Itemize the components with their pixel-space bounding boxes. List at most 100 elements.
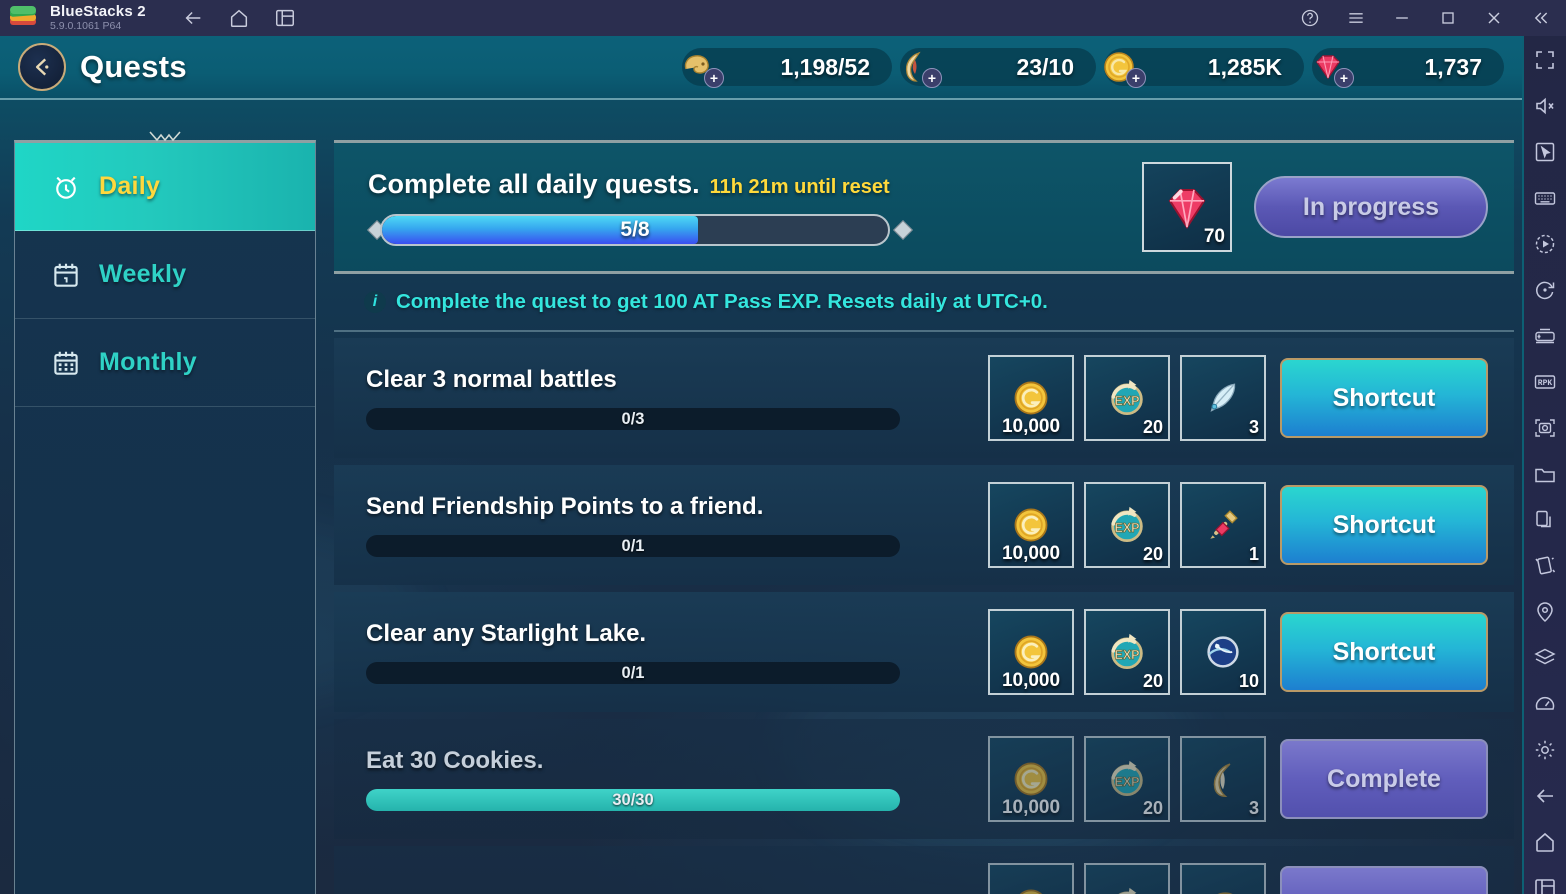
multi-instance-icon[interactable] [1533, 508, 1557, 532]
shake-icon[interactable] [1533, 554, 1557, 578]
quest-shortcut-button[interactable]: Shortcut [1280, 358, 1488, 438]
minimize-icon[interactable] [1392, 8, 1412, 28]
keyboard-icon[interactable] [1533, 186, 1557, 210]
reward-box[interactable]: 3 [1180, 736, 1266, 822]
currency-gem[interactable]: + 1,737 [1312, 48, 1504, 88]
reward-box[interactable]: 10 [1180, 609, 1266, 695]
currency-stamina[interactable]: + 1,198/52 [682, 48, 892, 88]
quest-row[interactable]: Clear 3 boss battles.EXPComplete [334, 846, 1514, 894]
screenshot-icon[interactable] [1533, 416, 1557, 440]
help-circle-icon[interactable] [1300, 8, 1320, 28]
reward-box[interactable]: 10,000 [988, 482, 1074, 568]
banner-reward-box[interactable]: 70 [1142, 162, 1232, 252]
layers-icon[interactable] [1533, 646, 1557, 670]
banner-reset-timer: 11h 21m until reset [709, 175, 890, 198]
chevron-double-left-icon[interactable] [1530, 8, 1550, 28]
daily-summary-banner: Complete all daily quests. 11h 21m until… [334, 140, 1514, 274]
quest-shortcut-button[interactable]: Shortcut [1280, 612, 1488, 692]
reward-box[interactable]: 1 [1180, 482, 1266, 568]
currency-value: 1,198/52 [780, 53, 870, 80]
sidebar-item-weekly[interactable]: Weekly [15, 231, 315, 319]
close-icon[interactable] [1484, 8, 1504, 28]
quest-row[interactable]: Clear any Starlight Lake. 0/1 10,000 EXP 20 1… [334, 592, 1514, 712]
reward-box[interactable]: EXP [1084, 863, 1170, 894]
currency-bar: + 1,198/52 + 23/10 + 1,285K + 1,737 [682, 48, 1522, 88]
cursor-icon[interactable] [1533, 140, 1557, 164]
quest-row[interactable]: Clear 3 normal battles 0/3 10,000 EXP 20 3 Sho… [334, 338, 1514, 458]
reward-count: 20 [1142, 544, 1163, 564]
calendar-week-icon [51, 260, 81, 290]
quest-progress-bar: 0/1 [366, 662, 900, 684]
reward-count: 1 [1248, 544, 1259, 564]
game-hud: Quests + 1,198/52 + 23/10 + 1,285K + 1,7… [0, 36, 1522, 100]
quest-progress-bar: 0/1 [366, 535, 900, 557]
sidebar-item-monthly[interactable]: Monthly [15, 319, 315, 407]
quest-complete-button[interactable]: Complete [1280, 739, 1488, 819]
currency-ticket[interactable]: + 23/10 [900, 48, 1096, 88]
banner-status-button[interactable]: In progress [1254, 176, 1488, 238]
reward-box[interactable]: 10,000 [988, 736, 1074, 822]
quest-title: Clear any Starlight Lake. [366, 620, 647, 647]
quest-reward-group: 10,000 EXP 20 3 [988, 736, 1266, 822]
sidebar-item-daily[interactable]: Daily [15, 143, 315, 231]
add-ticket-button[interactable]: + [922, 68, 942, 88]
speedometer-icon[interactable] [1533, 692, 1557, 716]
currency-gold[interactable]: + 1,285K [1104, 48, 1304, 88]
home-icon[interactable] [1533, 830, 1557, 854]
reward-box[interactable]: 3 [1180, 355, 1266, 441]
back-arrow-icon[interactable] [1533, 784, 1557, 808]
gear-icon[interactable] [1533, 738, 1557, 762]
quest-complete-button[interactable]: Complete [1280, 866, 1488, 894]
reward-box[interactable]: EXP 20 [1084, 736, 1170, 822]
banner-reward-count: 70 [1203, 226, 1225, 247]
app-version: 5.9.0.1061 P64 [50, 19, 122, 32]
folder-icon[interactable] [1533, 462, 1557, 486]
hamburger-menu-icon[interactable] [1346, 8, 1366, 28]
banner-title: Complete all daily quests. [368, 168, 700, 199]
app-title-block: BlueStacks 2 5.9.0.1061 P64 [50, 4, 146, 32]
home-icon[interactable] [228, 7, 250, 29]
quest-info-text: Complete the quest to get 100 AT Pass EX… [396, 290, 1048, 313]
back-button[interactable] [18, 43, 66, 91]
add-stamina-button[interactable]: + [704, 68, 724, 88]
reward-box[interactable]: 10,000 [988, 355, 1074, 441]
rotate-icon[interactable] [1533, 278, 1557, 302]
quest-progress-text: 0/1 [621, 663, 645, 682]
mute-icon[interactable] [1533, 94, 1557, 118]
reward-count: 3 [1248, 417, 1259, 437]
recents-icon[interactable] [1533, 876, 1557, 894]
quest-reward-group: 10,000 EXP 20 3 [988, 355, 1266, 441]
arrow-left-icon[interactable] [182, 7, 204, 29]
add-gold-button[interactable]: + [1126, 68, 1146, 88]
reward-box[interactable]: 10,000 [988, 609, 1074, 695]
sidebar-item-label: Daily [99, 172, 161, 200]
quest-reward-group: EXP [988, 863, 1266, 894]
rpk-icon[interactable]: RPK [1533, 370, 1557, 394]
location-icon[interactable] [1533, 600, 1557, 624]
game-viewport: Quests + 1,198/52 + 23/10 + 1,285K + 1,7… [0, 36, 1522, 894]
multi-window-icon[interactable] [274, 7, 296, 29]
quest-row[interactable]: Send Friendship Points to a friend. 0/1 10… [334, 465, 1514, 585]
alarm-clock-icon [51, 172, 81, 202]
bluestacks-logo-icon [10, 5, 36, 31]
macro-play-icon[interactable] [1533, 232, 1557, 256]
sidebar-notch-decor [148, 131, 182, 143]
quest-list[interactable]: Clear 3 normal battles 0/3 10,000 EXP 20 3 Sho… [334, 332, 1514, 894]
fullscreen-icon[interactable] [1533, 48, 1557, 72]
reward-box[interactable] [1180, 863, 1266, 894]
exp-icon: EXP [1086, 865, 1168, 894]
add-gem-button[interactable]: + [1334, 68, 1354, 88]
quest-title: Eat 30 Cookies. [366, 747, 544, 774]
gamepad-icon[interactable] [1533, 324, 1557, 348]
reward-box[interactable]: EXP 20 [1084, 482, 1170, 568]
quest-row[interactable]: Eat 30 Cookies. 30/30 10,000 EXP 20 3 Complete [334, 719, 1514, 839]
maximize-icon[interactable] [1438, 8, 1458, 28]
quest-main-panel: Complete all daily quests. 11h 21m until… [334, 140, 1514, 894]
reward-box[interactable]: EXP 20 [1084, 609, 1170, 695]
reward-box[interactable] [988, 863, 1074, 894]
reward-box[interactable]: EXP 20 [1084, 355, 1170, 441]
sidebar-item-label: Monthly [99, 348, 197, 376]
progress-end-diamond-right [893, 219, 913, 240]
quest-shortcut-button[interactable]: Shortcut [1280, 485, 1488, 565]
quest-progress-text: 0/1 [621, 536, 645, 555]
